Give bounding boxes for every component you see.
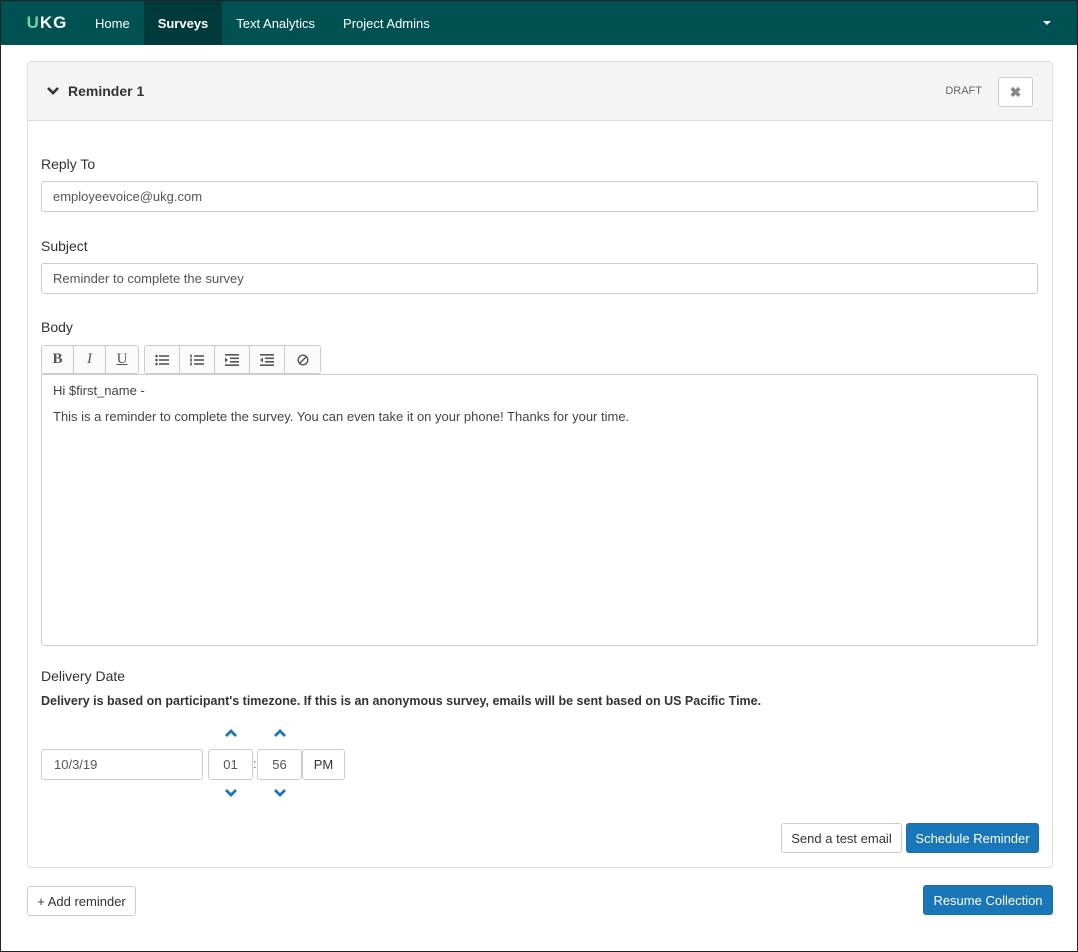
meridiem-toggle[interactable]: PM [302,749,345,780]
delivery-note: Delivery is based on participant's timez… [41,694,762,708]
nav-surveys[interactable]: Surveys [143,1,223,45]
ban-icon [296,353,309,366]
italic-button[interactable]: I [74,346,106,373]
minute-increment-icon[interactable] [273,728,287,738]
indent-button[interactable] [215,346,250,373]
add-reminder-button[interactable]: + Add reminder [27,886,136,916]
body-line: Hi $first_name - [53,383,145,398]
list-group [144,345,321,374]
outdent-icon [260,353,274,366]
subject-input[interactable]: Reminder to complete the survey [41,263,1038,294]
send-test-email-button[interactable]: Send a test email [781,823,902,853]
top-navbar: U KG Home Surveys Text Analytics Project … [1,1,1077,45]
delivery-date-input[interactable]: 10/3/19 [41,749,203,780]
bold-button[interactable]: B [42,346,74,373]
logo-mark: U [26,13,40,32]
bullet-list-icon [155,354,169,365]
close-icon: ✖ [1009,83,1022,100]
close-button[interactable]: ✖ [998,77,1033,107]
body-label: Body [41,319,73,335]
minute-input[interactable]: 56 [257,749,302,780]
numbered-list-icon [190,354,204,365]
hour-decrement-icon[interactable] [224,788,238,798]
nav-project-admins[interactable]: Project Admins [329,1,444,45]
reminder-title: Reminder 1 [68,83,145,99]
reminder-panel: Reminder 1 DRAFT ✖ Reply To employeevoic… [27,61,1053,868]
status-badge: DRAFT [945,85,982,97]
clear-format-button[interactable] [285,346,320,373]
schedule-reminder-button[interactable]: Schedule Reminder [906,823,1039,853]
subject-label: Subject [41,238,88,254]
editor-toolbar: B I U [41,345,321,374]
numbered-list-button[interactable] [180,346,215,373]
delivery-date-label: Delivery Date [41,668,126,684]
outdent-button[interactable] [250,346,285,373]
hour-input[interactable]: 01 [208,749,253,780]
logo-text: KG [39,13,68,32]
format-group: B I U [41,345,139,374]
bullet-list-button[interactable] [145,346,180,373]
body-editor[interactable]: Hi $first_name - This is a reminder to c… [41,374,1038,646]
user-menu-caret-icon[interactable] [1043,21,1051,25]
reminder-panel-header[interactable]: Reminder 1 DRAFT ✖ [28,62,1052,121]
resume-collection-button[interactable]: Resume Collection [923,885,1053,915]
nav-home[interactable]: Home [81,1,144,45]
body-line: This is a reminder to complete the surve… [53,409,630,424]
underline-button[interactable]: U [106,346,138,373]
reply-to-label: Reply To [41,156,96,172]
minute-decrement-icon[interactable] [273,788,287,798]
reply-to-input[interactable]: employeevoice@ukg.com [41,181,1038,212]
ukg-logo[interactable]: U KG [1,1,81,45]
indent-icon [225,353,239,366]
hour-increment-icon[interactable] [224,728,238,738]
chevron-down-icon[interactable] [46,84,60,98]
nav-text-analytics[interactable]: Text Analytics [222,1,329,45]
